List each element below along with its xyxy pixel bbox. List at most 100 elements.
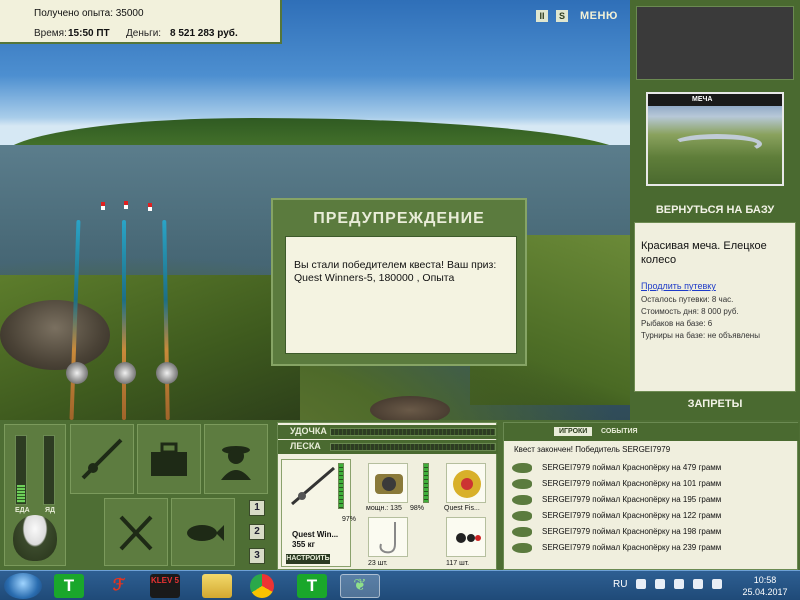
line-spool-icon [453,470,481,498]
taskbar-app-t-1[interactable]: T [54,574,84,598]
taskbar-app-red-icon[interactable]: ℱ [104,574,134,598]
quest-finished-message: Квест закончен! Победитель SERGEI7979 [514,445,671,454]
setup-button[interactable]: НАСТРОИТЬ [286,554,330,564]
list-item: SERGEI7979 поймал Краснопёрку на 101 гра… [508,477,798,491]
fish-icon [512,543,532,553]
list-item: SERGEI7979 поймал Краснопёрку на 479 гра… [508,461,798,475]
rock [370,396,450,420]
events-tabs: ИГРОКИ СОБЫТИЯ [504,423,799,441]
tournaments-status: Турниры на базе: не объявлены [641,331,760,340]
game-window: Получено опыта: 35000 Время: 15:50 ПТ Де… [0,0,800,600]
permit-remaining: Осталось путевки: 8 час. [641,295,734,304]
tackle-panel: УДОЧКА ЛЕСКА 97% Quest Win... 355 кг НАС… [277,422,498,570]
base-info-card: Красивая меча. Елецкое колесо Продлить п… [634,222,796,392]
base-name: Красивая меча. Елецкое колесо [641,240,767,266]
game-butterfly-icon[interactable]: ❦ [340,574,380,598]
network-icon[interactable] [674,579,684,589]
sound-button[interactable]: S [556,10,568,22]
fish-cage-tile[interactable] [171,498,235,566]
system-clock[interactable]: 10:58 25.04.2017 [735,574,795,598]
chrome-icon[interactable] [250,574,274,598]
tray-arrow-icon[interactable] [636,579,646,589]
food-tile[interactable] [104,498,168,566]
character-tile[interactable] [204,424,268,494]
reel-1[interactable] [66,362,88,384]
list-item: SERGEI7979 поймал Краснопёрку на 122 гра… [508,509,798,523]
top-controls: II S МЕНЮ [536,8,618,24]
time-label: Время: [34,28,67,39]
fish-icon [187,525,224,541]
rod-weight: 355 кг [292,540,315,549]
windows-taskbar: T ℱ KLEV 5 T ❦ RU 10:58 25.04.2017 [0,570,800,600]
reel-3[interactable] [156,362,178,384]
reel-icon [375,474,403,494]
food-pot-icon[interactable] [13,515,57,561]
file-explorer-icon[interactable] [202,574,232,598]
tab-events[interactable]: СОБЫТИЯ [596,427,643,436]
menu-button[interactable]: МЕНЮ [580,10,618,22]
time-value: 15:50 ПТ [68,28,110,39]
hook-slot[interactable] [368,517,408,557]
dialog-title: ПРЕДУПРЕЖДЕНИЕ [313,210,485,227]
clock-time: 10:58 [753,575,777,585]
reel-percent: 98% [410,505,425,512]
fishing-rod-icon [81,438,123,480]
pause-button[interactable]: II [536,10,548,22]
hook-icon [379,522,396,554]
list-item: SERGEI7979 поймал Краснопёрку на 198 гра… [508,525,798,539]
bait-slot[interactable] [446,517,486,557]
page-1-button[interactable]: 1 [249,500,265,516]
taskbar-app-klev[interactable]: KLEV 5 [150,574,180,598]
float-1[interactable] [101,202,105,210]
poison-label: ЯД [45,507,56,514]
warning-dialog: ПРЕДУПРЕЖДЕНИЕ Вы стали победителем квес… [271,198,527,366]
reel-2[interactable] [114,362,136,384]
rods-tile[interactable] [70,424,134,494]
bans-button[interactable]: ЗАПРЕТЫ [630,398,800,410]
food-label: ЕДА [15,507,30,514]
back-to-base-button[interactable]: ВЕРНУТЬСЯ НА БАЗУ [630,204,800,216]
float-3[interactable] [148,203,152,211]
line-name: Quest Fis... [444,505,480,512]
money-label: Деньги: [126,28,162,39]
flag-icon[interactable] [712,579,722,589]
fish-icon [512,495,532,505]
rod-durability-meter [338,463,344,509]
language-indicator[interactable]: RU [613,579,627,590]
status-panel: ЕДА ЯД [4,424,66,566]
fish-icon [512,527,532,537]
line-slot[interactable] [446,463,486,503]
anglers-count: Рыбаков на базе: 6 [641,319,713,328]
tackle-box-icon [151,442,187,476]
volume-icon[interactable] [655,579,665,589]
notification-icon[interactable] [693,579,703,589]
bait-count: 117 шт. [446,560,470,567]
ant-bait-icon [456,533,481,543]
taskbar-app-t-2[interactable]: T [297,574,327,598]
hook-count: 23 шт. [368,560,388,567]
float-2[interactable] [124,201,128,209]
rod-2[interactable] [122,220,126,420]
photo-caption: МЕЧА [648,94,782,106]
location-photo: МЕЧА [646,92,784,186]
rod-name: Quest Win... [292,530,339,539]
tackle-box-tile[interactable] [137,424,201,494]
page-3-button[interactable]: 3 [249,548,265,564]
line-row: ЛЕСКА [278,440,498,454]
page-2-button[interactable]: 2 [249,524,265,540]
rod-meter [330,428,496,436]
events-panel: ИГРОКИ СОБЫТИЯ Квест закончен! Победител… [503,422,799,570]
experience-text: Получено опыта: 35000 [34,8,144,19]
start-button[interactable] [4,573,42,599]
river-bend-graphic [672,134,762,154]
line-label: ЛЕСКА [290,441,321,451]
line-meter [330,443,496,451]
reel-slot[interactable] [368,463,408,503]
extend-permit-link[interactable]: Продлить путевку [641,281,716,291]
dialog-message: Вы стали победителем квеста! Ваш приз: Q… [285,236,517,354]
tab-players[interactable]: ИГРОКИ [554,427,593,436]
ad-banner [636,6,794,80]
old-tire [0,300,110,370]
list-item: SERGEI7979 поймал Краснопёрку на 239 гра… [508,541,798,555]
money-value: 8 521 283 руб. [170,28,238,39]
